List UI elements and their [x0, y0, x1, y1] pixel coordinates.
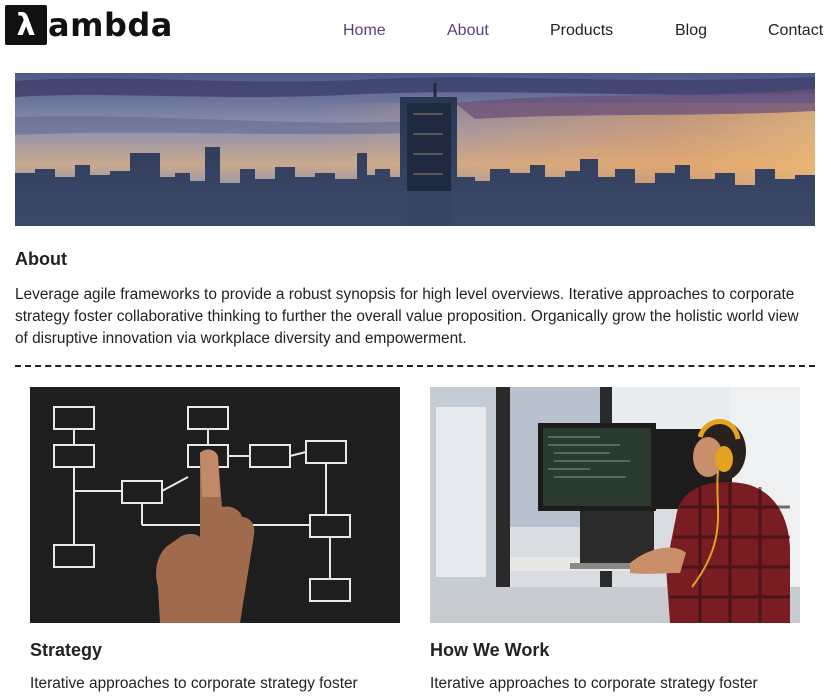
card-text: Iterative approaches to corporate strate…	[30, 675, 358, 692]
nav-item-about[interactable]: About	[447, 22, 489, 40]
developer-workspace-image	[430, 387, 800, 623]
nav-item-home[interactable]: Home	[343, 22, 386, 40]
flowchart-sketch-image	[30, 387, 400, 623]
nav-item-products[interactable]: Products	[550, 22, 613, 40]
site-header: λ ambda Home About Products Blog Contact	[0, 0, 831, 66]
about-paragraph: Leverage agile frameworks to provide a r…	[15, 286, 799, 347]
nav-item-blog[interactable]: Blog	[675, 22, 707, 40]
card-strategy: Strategy Iterative approaches to corpora…	[30, 387, 400, 692]
hero-banner-image	[15, 73, 815, 226]
section-divider	[15, 365, 815, 367]
card-title: How We Work	[430, 640, 550, 660]
card-how-we-work: How We Work Iterative approaches to corp…	[430, 387, 800, 692]
main-nav: Home About Products Blog Contact	[0, 22, 831, 44]
about-heading: About	[15, 249, 67, 269]
card-title: Strategy	[30, 640, 103, 660]
card-text: Iterative approaches to corporate strate…	[430, 675, 758, 692]
nav-item-contact[interactable]: Contact	[768, 22, 823, 40]
